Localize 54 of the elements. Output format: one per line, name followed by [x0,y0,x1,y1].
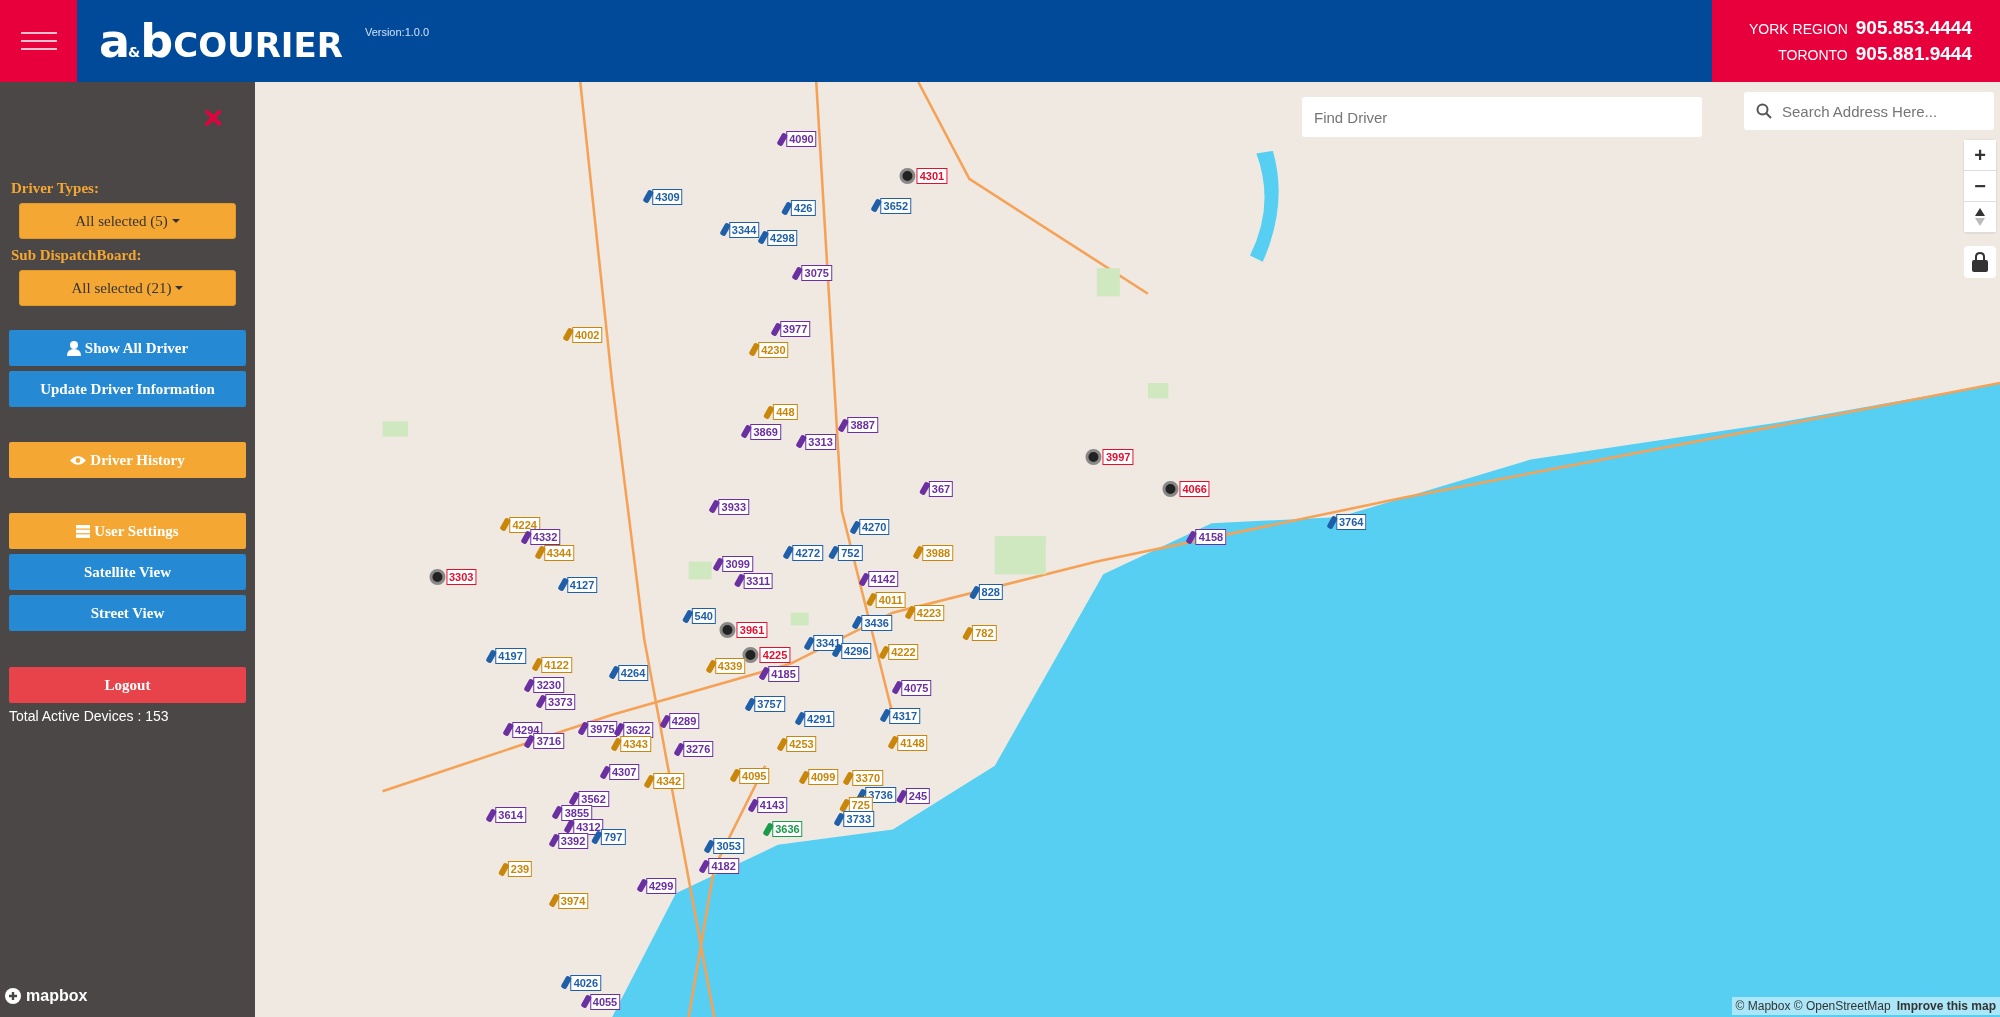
driver-label[interactable]: 3636 [772,821,803,838]
driver-label[interactable]: 4289 [668,713,700,730]
driver-label[interactable]: 3887 [847,417,878,434]
driver-label[interactable]: 828 [978,584,1003,601]
driver-label[interactable]: 245 [905,788,931,805]
driver-label[interactable]: 4142 [867,571,899,588]
driver-label[interactable]: 4270 [858,519,890,536]
attribution-text: © Mapbox © OpenStreetMap [1735,999,1891,1013]
driver-label[interactable]: 3757 [754,696,785,713]
zoom-in-button[interactable]: + [1964,140,1996,171]
device-count: Total Active Devices : 153 [9,708,170,724]
driver-label[interactable]: 3230 [533,677,565,694]
driver-label[interactable]: 4090 [786,131,817,148]
version-text: Version:1.0.0 [364,26,430,38]
filter-label: Driver Types: [11,180,100,197]
logo: a&bCOURIER [99,14,343,68]
phone-number: 905.853.4444 [1855,17,1972,39]
driver-label[interactable]: 4143 [756,797,788,814]
driver-label[interactable]: 3733 [843,811,875,828]
driver-label[interactable]: 3075 [801,265,832,282]
filter-label: Sub DispatchBoard: [11,247,143,264]
sidebar-button[interactable]: Update Driver Information [9,371,246,407]
driver-label[interactable]: 540 [691,608,716,625]
mapbox-logo: mapbox [4,987,88,1005]
driver-label[interactable]: 3961 [736,622,768,639]
find-driver-field[interactable]: Find Driver [1302,97,1702,137]
driver-label[interactable]: 426 [791,200,816,217]
driver-label[interactable]: 4301 [916,168,948,185]
sidebar-button[interactable]: Show All Driver [9,330,246,366]
sidebar-button[interactable]: Satellite View [9,554,246,590]
driver-label[interactable]: 4197 [495,648,526,664]
region-label: YORK REGION [1748,21,1848,37]
filter-dropdown[interactable]: All selected (21) [19,270,236,306]
driver-label[interactable]: 3276 [682,741,714,758]
driver-label[interactable]: 4158 [1195,529,1227,546]
filter-dropdown[interactable]: All selected (5) [19,203,236,239]
region-label: TORONTO [1778,47,1848,63]
improve-map-link[interactable]: Improve this map [1896,999,1996,1013]
phone-number: 905.881.9444 [1855,43,1972,65]
driver-label[interactable]: 3997 [1102,449,1134,465]
driver-label[interactable]: 3053 [713,838,744,855]
driver-label[interactable]: 3716 [533,733,565,750]
driver-label[interactable]: 3977 [779,321,811,338]
driver-label[interactable]: 3764 [1336,514,1367,531]
sidebar-button[interactable]: Logout [9,667,246,703]
driver-label[interactable]: 3614 [495,807,526,824]
zoom-out-button[interactable]: − [1964,171,1996,202]
sidebar-button[interactable]: Street View [9,595,246,631]
driver-label[interactable]: 4332 [529,529,561,546]
driver-label[interactable]: 4182 [708,858,739,875]
driver-label[interactable]: 797 [600,829,626,846]
driver-label[interactable]: 4307 [608,764,640,781]
search-field[interactable]: Search Address Here... [1744,92,1994,130]
driver-label[interactable]: 3099 [722,556,753,573]
